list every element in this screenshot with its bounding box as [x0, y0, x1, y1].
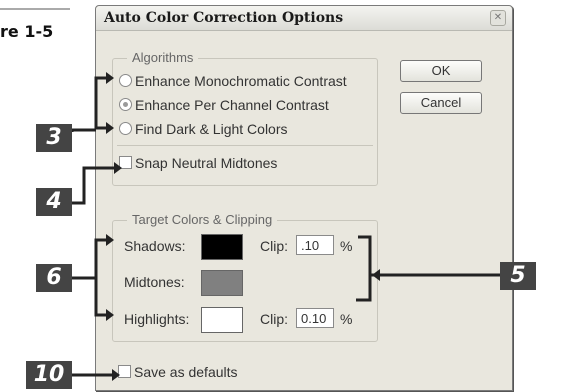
callout-5: 5	[500, 262, 536, 290]
callout-3: 3	[36, 124, 72, 152]
callout-4: 4	[36, 188, 72, 216]
callout-6: 6	[36, 264, 72, 292]
callout-10: 10	[26, 361, 72, 389]
callout-lines	[70, 72, 500, 381]
